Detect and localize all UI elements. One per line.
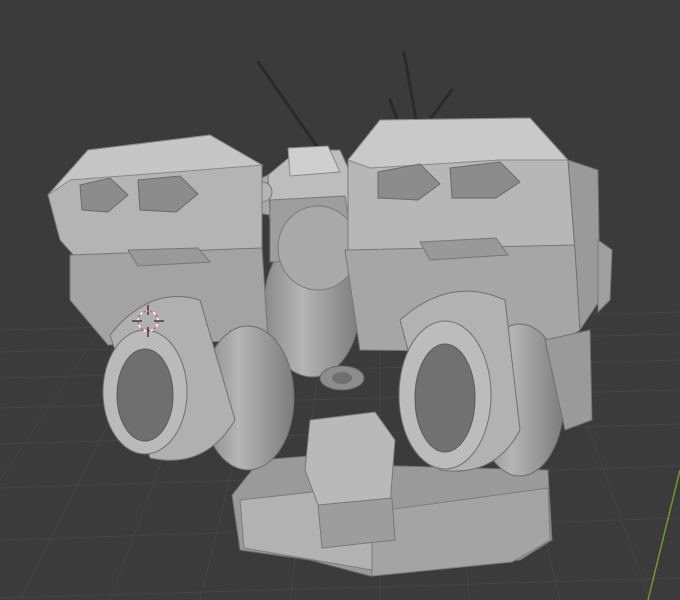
viewport-canvas[interactable] [0,0,680,600]
y-axis-line [647,469,680,600]
3d-viewport[interactable] [0,0,680,600]
